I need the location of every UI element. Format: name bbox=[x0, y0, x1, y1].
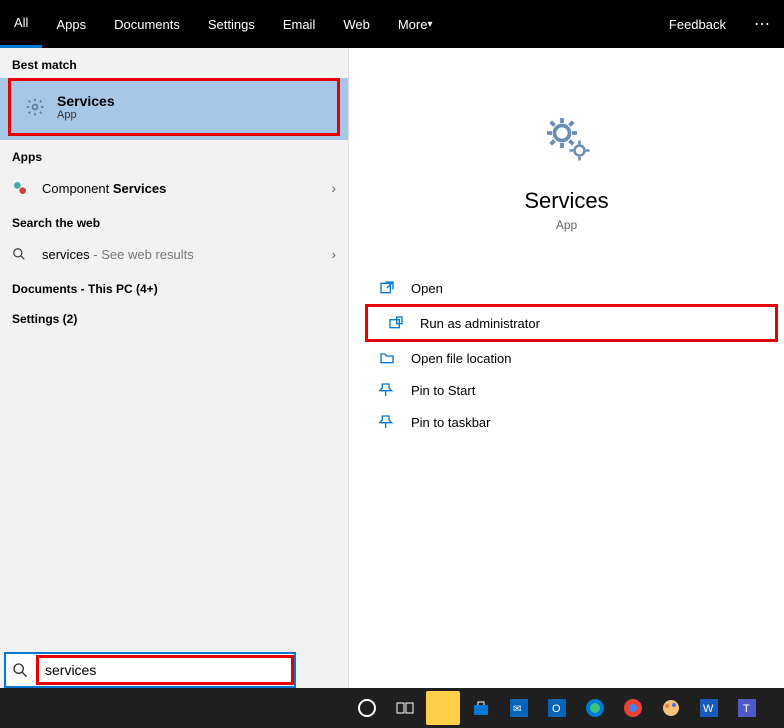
svg-text:T: T bbox=[743, 703, 750, 715]
apps-header: Apps bbox=[0, 140, 348, 170]
action-open-label: Open bbox=[411, 281, 443, 296]
chrome-icon[interactable] bbox=[616, 691, 650, 725]
tab-apps[interactable]: Apps bbox=[42, 0, 100, 48]
action-pin-start-label: Pin to Start bbox=[411, 383, 475, 398]
component-services-label: Component Services bbox=[42, 181, 166, 196]
pin-icon bbox=[379, 382, 397, 398]
action-open[interactable]: Open bbox=[359, 272, 784, 304]
preview-app-icon bbox=[349, 108, 784, 168]
teams-icon[interactable]: T bbox=[730, 691, 764, 725]
tab-all[interactable]: All bbox=[0, 0, 42, 48]
result-web-services[interactable]: services - See web results › bbox=[0, 236, 348, 272]
store-icon[interactable] bbox=[464, 691, 498, 725]
action-run-admin[interactable]: Run as administrator bbox=[365, 304, 778, 342]
more-options-icon[interactable]: ⋯ bbox=[740, 14, 784, 34]
cortana-icon[interactable] bbox=[350, 691, 384, 725]
edge-icon[interactable] bbox=[578, 691, 612, 725]
search-bar[interactable] bbox=[4, 652, 296, 688]
tab-documents[interactable]: Documents bbox=[100, 0, 194, 48]
outlook-icon[interactable]: O bbox=[540, 691, 574, 725]
action-open-location[interactable]: Open file location bbox=[359, 342, 784, 374]
action-pin-start[interactable]: Pin to Start bbox=[359, 374, 784, 406]
search-icon bbox=[6, 662, 34, 678]
search-input[interactable] bbox=[39, 662, 239, 678]
filter-tabs: All Apps Documents Settings Email Web Mo… bbox=[0, 0, 784, 48]
documents-header[interactable]: Documents - This PC (4+) bbox=[0, 272, 348, 302]
taskbar: ✉ O W T bbox=[0, 688, 784, 728]
tab-email[interactable]: Email bbox=[269, 0, 330, 48]
pin-icon bbox=[379, 414, 397, 430]
action-pin-taskbar[interactable]: Pin to taskbar bbox=[359, 406, 784, 438]
action-pin-taskbar-label: Pin to taskbar bbox=[411, 415, 491, 430]
svg-text:O: O bbox=[552, 703, 561, 715]
folder-icon bbox=[379, 350, 397, 366]
web-result-label: services - See web results bbox=[42, 247, 194, 262]
result-component-services[interactable]: Component Services › bbox=[0, 170, 348, 206]
mail-icon[interactable]: ✉ bbox=[502, 691, 536, 725]
best-match-services[interactable]: Services App bbox=[8, 78, 340, 136]
best-match-subtitle: App bbox=[57, 109, 115, 121]
component-services-icon bbox=[12, 180, 32, 196]
chevron-right-icon: › bbox=[331, 180, 336, 196]
best-match-header: Best match bbox=[0, 48, 348, 78]
search-web-header: Search the web bbox=[0, 206, 348, 236]
search-icon bbox=[12, 247, 32, 261]
word-icon[interactable]: W bbox=[692, 691, 726, 725]
explorer-icon[interactable] bbox=[426, 691, 460, 725]
svg-text:W: W bbox=[703, 703, 714, 715]
best-match-title: Services bbox=[57, 93, 115, 109]
chevron-right-icon: › bbox=[331, 246, 336, 262]
services-gear-icon bbox=[23, 95, 47, 119]
task-view-icon[interactable] bbox=[388, 691, 422, 725]
feedback-link[interactable]: Feedback bbox=[655, 0, 740, 48]
results-panel: Best match Services App Apps Component S… bbox=[0, 48, 348, 688]
preview-panel: Services App Open Run as administrator O… bbox=[348, 48, 784, 688]
tab-settings[interactable]: Settings bbox=[194, 0, 269, 48]
preview-title: Services bbox=[349, 188, 784, 214]
preview-subtitle: App bbox=[349, 218, 784, 232]
open-icon bbox=[379, 280, 397, 296]
tab-more[interactable]: More bbox=[384, 0, 447, 48]
action-run-admin-label: Run as administrator bbox=[420, 316, 540, 331]
action-open-location-label: Open file location bbox=[411, 351, 511, 366]
run-admin-icon bbox=[388, 315, 406, 331]
tab-web[interactable]: Web bbox=[329, 0, 384, 48]
svg-text:✉: ✉ bbox=[513, 704, 521, 715]
paint-icon[interactable] bbox=[654, 691, 688, 725]
settings-header[interactable]: Settings (2) bbox=[0, 302, 348, 332]
